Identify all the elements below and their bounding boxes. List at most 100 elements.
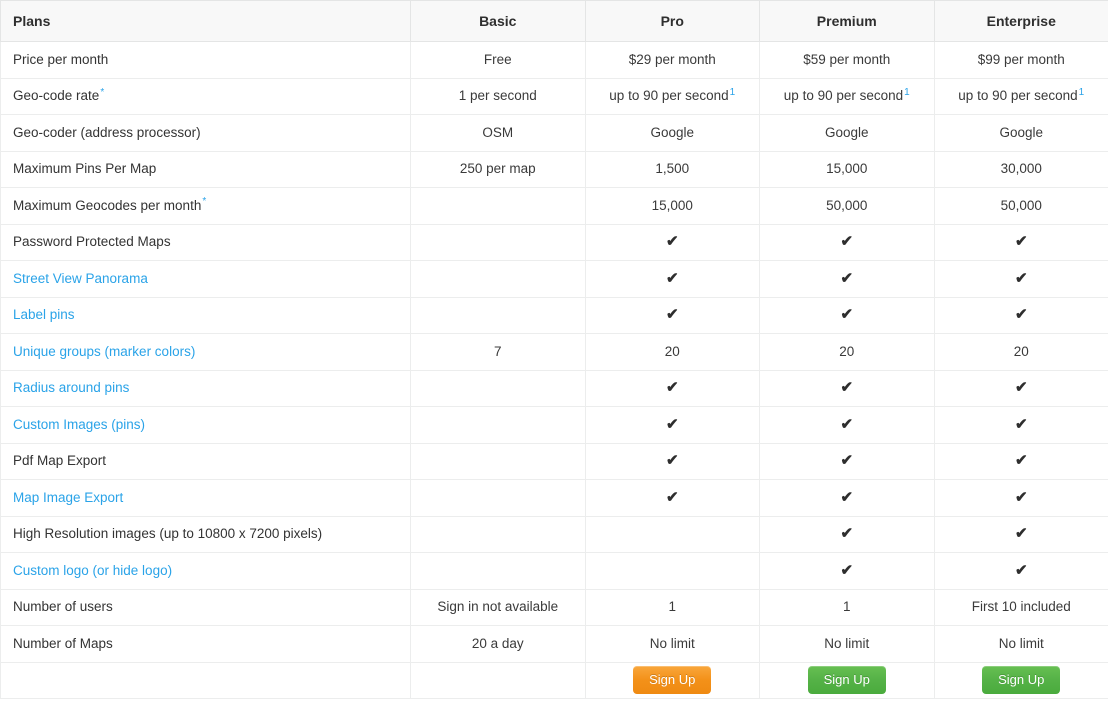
table-header: Plans Basic Pro Premium Enterprise [0,0,1108,42]
sign-up-button[interactable]: Sign Up [807,666,886,695]
feature-label-cell: Street View Panorama [0,260,411,298]
feature-label-link[interactable]: Map Image Export [13,490,123,505]
feature-value-cell: up to 90 per second1 [584,77,760,115]
sign-up-button[interactable]: Sign Up [982,666,1061,695]
feature-value-text: No limit [824,635,870,651]
feature-included-cell: ✔ [759,515,935,553]
feature-value-cell: Sign in not available [410,588,586,626]
feature-value-text: First 10 included [971,599,1071,615]
feature-value-cell: 7 [410,333,586,371]
table-row: Geo-code rate* 1 per second up to 90 per s… [0,77,1108,115]
feature-empty-cell [410,260,586,298]
feature-value-text: No limit [998,635,1044,651]
feature-label-link[interactable]: Unique groups (marker colors) [13,344,195,359]
feature-label-cell: Unique groups (marker colors) [0,333,411,371]
feature-label-cell: Number of users [0,588,411,626]
table-row: Custom Images (pins) ✔ ✔ ✔ [0,406,1108,444]
signup-cell-empty [410,661,586,699]
feature-label-cell: Label pins [0,296,411,334]
column-header-plans: Plans [0,0,411,42]
feature-empty-cell [410,296,586,334]
feature-value-text: 15,000 [826,161,868,177]
feature-included-cell: ✔ [759,369,935,407]
feature-label-link[interactable]: Custom logo (or hide logo) [13,563,172,578]
feature-included-cell: ✔ [584,223,760,261]
check-icon: ✔ [1014,379,1028,397]
feature-value-text: 1 [842,599,851,615]
feature-included-cell: ✔ [584,369,760,407]
feature-value-cell: 1 [759,588,935,626]
feature-value-cell: 1 per second [410,77,586,115]
feature-value-text: 250 per map [459,161,536,177]
feature-value-text: 20 [1013,343,1029,359]
feature-included-cell: ✔ [933,515,1108,553]
feature-label-link[interactable]: Label pins [13,307,75,322]
feature-empty-cell [410,223,586,261]
check-icon: ✔ [1014,488,1028,506]
feature-value-cell: 20 [584,333,760,371]
table-row: Number of users Sign in not available 1 1 Fi… [0,588,1108,626]
feature-value-cell: 1 [584,588,760,626]
feature-label-cell: Password Protected Maps [0,223,411,261]
feature-label-text: Geo-code rate [13,88,100,104]
feature-empty-cell [410,406,586,444]
feature-label-cell: Number of Maps [0,625,411,663]
feature-empty-cell [410,442,586,480]
feature-value-cell: $99 per month [933,41,1108,79]
feature-label-text: Number of Maps [13,635,113,651]
feature-value-cell: Google [759,114,935,152]
feature-value-cell: up to 90 per second1 [759,77,935,115]
feature-value-cell: Google [933,114,1108,152]
check-icon: ✔ [840,488,854,506]
feature-label-link[interactable]: Radius around pins [13,380,129,395]
feature-value-text: Google [650,124,695,140]
feature-label-cell: Geo-coder (address processor) [0,114,411,152]
sign-up-button[interactable]: Sign Up [633,666,712,695]
feature-value-text: Free [483,51,512,67]
feature-value-text: 30,000 [1000,161,1042,177]
check-icon: ✔ [840,561,854,579]
feature-included-cell: ✔ [584,296,760,334]
check-icon: ✔ [1014,233,1028,251]
feature-value-cell: 50,000 [933,187,1108,225]
table-row: Password Protected Maps ✔ ✔ ✔ [0,223,1108,261]
check-icon: ✔ [1014,525,1028,543]
feature-value-cell: 15,000 [584,187,760,225]
feature-value-text: 15,000 [651,197,693,213]
feature-included-cell: ✔ [584,442,760,480]
feature-value-cell: 20 [933,333,1108,371]
feature-value-text: 1 [668,599,676,615]
feature-included-cell: ✔ [584,260,760,298]
table-row: Map Image Export ✔ ✔ ✔ [0,479,1108,517]
table-row: High Resolution images (up to 10800 x 72… [0,515,1108,553]
check-icon: ✔ [665,452,679,470]
feature-value-cell: No limit [584,625,760,663]
check-icon: ✔ [1014,561,1028,579]
feature-included-cell: ✔ [584,406,760,444]
feature-empty-cell [410,369,586,407]
table-row: Custom logo (or hide logo) ✔ ✔ [0,552,1108,590]
feature-label-cell: Custom logo (or hide logo) [0,552,411,590]
feature-empty-cell [410,515,586,553]
feature-value-cell: 20 a day [410,625,586,663]
feature-label-link[interactable]: Custom Images (pins) [13,417,145,432]
feature-included-cell: ✔ [759,223,935,261]
feature-included-cell: ✔ [759,406,935,444]
feature-included-cell: ✔ [759,552,935,590]
feature-value-text: up to 90 per second [958,88,1078,104]
feature-label-cell: Pdf Map Export [0,442,411,480]
table-row: Geo-coder (address processor) OSM Google Go… [0,114,1108,152]
feature-label-link[interactable]: Street View Panorama [13,271,148,286]
feature-empty-cell [410,479,586,517]
feature-value-cell: No limit [933,625,1108,663]
footnote-asterisk-marker: * [202,196,207,208]
feature-label-text: Number of users [13,599,113,615]
signup-cell: Sign Up [584,661,760,699]
table-row: Radius around pins ✔ ✔ ✔ [0,369,1108,407]
feature-value-text: Google [999,124,1044,140]
feature-included-cell: ✔ [759,296,935,334]
feature-label-cell: Map Image Export [0,479,411,517]
feature-included-cell: ✔ [933,479,1108,517]
feature-label-text: Password Protected Maps [13,234,171,250]
feature-value-text: 7 [493,343,502,359]
